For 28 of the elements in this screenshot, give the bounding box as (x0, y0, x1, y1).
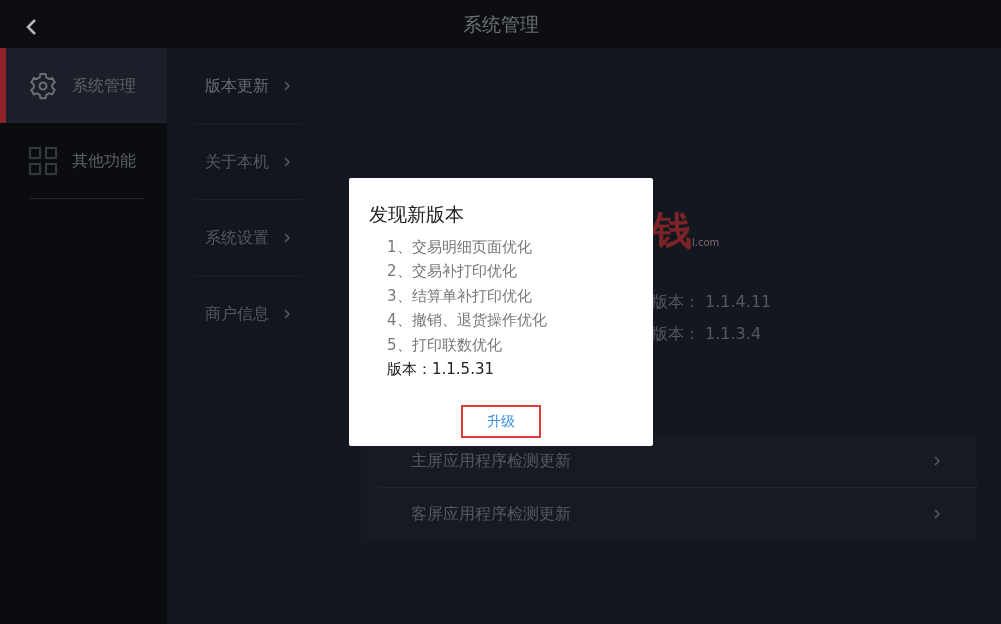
sidebar-item[interactable]: 系统管理 (0, 48, 167, 123)
sidebar-item[interactable]: 其他功能 (0, 123, 167, 198)
submenu-item[interactable]: 系统设置 (167, 200, 330, 275)
version-text: 版本： 1.1.4.11 (652, 291, 773, 313)
release-note: 2、交易补打印优化 (386, 261, 518, 282)
chevron-icon (283, 79, 291, 92)
grid-icon (28, 145, 58, 176)
version-text: 版本：1.1.5.31 (386, 359, 496, 380)
submenu-item[interactable]: 版本更新 (167, 48, 330, 123)
release-note: 5、打印联数优化 (386, 334, 503, 356)
update-row[interactable]: 主屏应用程序检测更新 (361, 435, 977, 487)
page-title: 系统管理 (461, 12, 540, 37)
release-note: 4、撤销、退货操作优化 (386, 310, 548, 331)
submenu-item[interactable]: 关于本机 (167, 124, 330, 199)
dialog-title: 发现新版本 (369, 202, 465, 227)
chevron-icon (283, 307, 291, 320)
upgrade-button[interactable]: 升级 (461, 404, 541, 438)
release-note: 1、交易明细页面优化 (386, 236, 533, 258)
logo: 钱l.com (652, 210, 721, 250)
chevron-icon (283, 155, 291, 168)
chevron-icon (933, 508, 941, 520)
submenu-item[interactable]: 商户信息 (167, 276, 330, 351)
release-note: 3、结算单补打印优化 (386, 285, 533, 307)
chevron-icon (283, 231, 291, 244)
version-text: 版本： 1.1.3.4 (652, 323, 763, 345)
chevron-icon (933, 455, 941, 467)
gear-icon (28, 70, 58, 101)
update-row[interactable]: 客屏应用程序检测更新 (361, 488, 977, 540)
